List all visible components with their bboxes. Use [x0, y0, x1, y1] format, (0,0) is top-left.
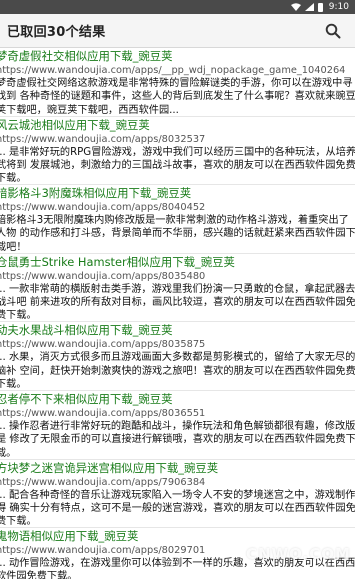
- result-title[interactable]: 鬼物语相似应用下载_豌豆荚: [0, 529, 355, 544]
- result-description: ... 水果，消灭方式很多而且游戏画面大多数都是剪影模式的，留给了大家无尽的 脑…: [0, 352, 355, 390]
- result-url: https://www.wandoujia.com/apps/8035875: [0, 339, 206, 351]
- search-result[interactable]: 暗影格斗3附魔珠相似应用下载_豌豆荚 https://www.wandoujia…: [0, 185, 355, 254]
- result-url: https://www.wandoujia.com/apps/8032537: [0, 133, 206, 145]
- status-icons: [290, 2, 323, 12]
- signal-icon: [304, 3, 314, 11]
- result-title[interactable]: 风云城池相似应用下载_豌豆荚: [0, 118, 355, 133]
- result-count-title: 已取回30个结果: [7, 25, 106, 40]
- search-result[interactable]: 仓鼠勇士Strike Hamster相似应用下载_豌豆荚 https://www…: [0, 254, 355, 323]
- result-description: ... 是非常好玩的RPG冒险游戏，游戏中我们可以经历三国中的各种玩法，从培养武…: [0, 146, 355, 185]
- result-url: https://www.wandoujia.com/apps/8029701: [0, 545, 206, 557]
- status-bar: 9:10: [0, 0, 355, 14]
- search-result[interactable]: 忍者停不下来相似应用下载_豌豆荚 https://www.wandoujia.c…: [0, 391, 355, 460]
- search-result[interactable]: 风云城池相似应用下载_豌豆荚 https://www.wandoujia.com…: [0, 117, 355, 186]
- result-url: https://www.wandoujia.com/apps/8036551: [0, 407, 206, 419]
- result-description: 梦奇虚假社交网络这款游戏是非常特殊的冒险解谜类的手游，你可以在游戏中寻找到 各种…: [0, 78, 355, 116]
- status-time: 9:10: [328, 2, 349, 12]
- result-url: https://www.wandoujia.com/apps/8040452: [0, 202, 206, 214]
- result-description: 暗影格斗3无限附魔珠内购修改版是一款非常刺激的动作格斗游戏，着重突出了人物 的动…: [0, 215, 355, 253]
- wifi-icon: [290, 3, 301, 11]
- search-button[interactable]: [323, 21, 343, 41]
- result-description: ... 动作冒险游戏，在游戏里你可以体验到不一样的乐趣，喜欢的朋友可以在西西软件…: [0, 558, 355, 579]
- result-description: ... 操作忍者进行非常好玩的跑酷和战斗，操作玩法和角色解锁都很有趣，修改版是 …: [0, 420, 355, 459]
- search-result[interactable]: 方块梦之迷宫诡异迷宫相似应用下载_豌豆荚 https://www.wandouj…: [0, 460, 355, 529]
- result-url: https://www.wandoujia.com/apps/7906384: [0, 476, 206, 488]
- result-title[interactable]: 暗影格斗3附魔珠相似应用下载_豌豆荚: [0, 186, 355, 201]
- result-title[interactable]: 动夫水果战斗相似应用下载_豌豆荚: [0, 323, 355, 338]
- search-result[interactable]: 梦奇虚假社交相似应用下载_豌豆荚 https://www.wandoujia.c…: [0, 48, 355, 117]
- search-icon: [325, 23, 341, 38]
- search-result[interactable]: 动夫水果战斗相似应用下载_豌豆荚 https://www.wandoujia.c…: [0, 322, 355, 391]
- result-url: https://www.wandoujia.com/apps/__pp_wdj_…: [0, 65, 346, 76]
- result-url: https://www.wandoujia.com/apps/8035480: [0, 270, 206, 282]
- result-title[interactable]: 方块梦之迷宫诡异迷宫相似应用下载_豌豆荚: [0, 461, 355, 476]
- results-list[interactable]: 梦奇虚假社交相似应用下载_豌豆荚 https://www.wandoujia.c…: [0, 48, 355, 579]
- app-bar: 已取回30个结果: [0, 14, 355, 48]
- result-description: ... 配合各种奇怪的音乐让游戏玩家陷入一场令人不安的梦境迷宫之中，游戏制作得 …: [0, 489, 355, 528]
- result-title[interactable]: 仓鼠勇士Strike Hamster相似应用下载_豌豆荚: [0, 255, 355, 270]
- result-title[interactable]: 忍者停不下来相似应用下载_豌豆荚: [0, 392, 355, 407]
- result-title[interactable]: 梦奇虚假社交相似应用下载_豌豆荚: [0, 49, 355, 64]
- search-result[interactable]: 鬼物语相似应用下载_豌豆荚 https://www.wandoujia.com/…: [0, 528, 355, 579]
- result-description: ... 一款非常萌的横版射击类手游，游戏里我们扮演一只勇敢的仓鼠，拿起武器去战斗…: [0, 283, 355, 322]
- battery-icon: [317, 2, 323, 12]
